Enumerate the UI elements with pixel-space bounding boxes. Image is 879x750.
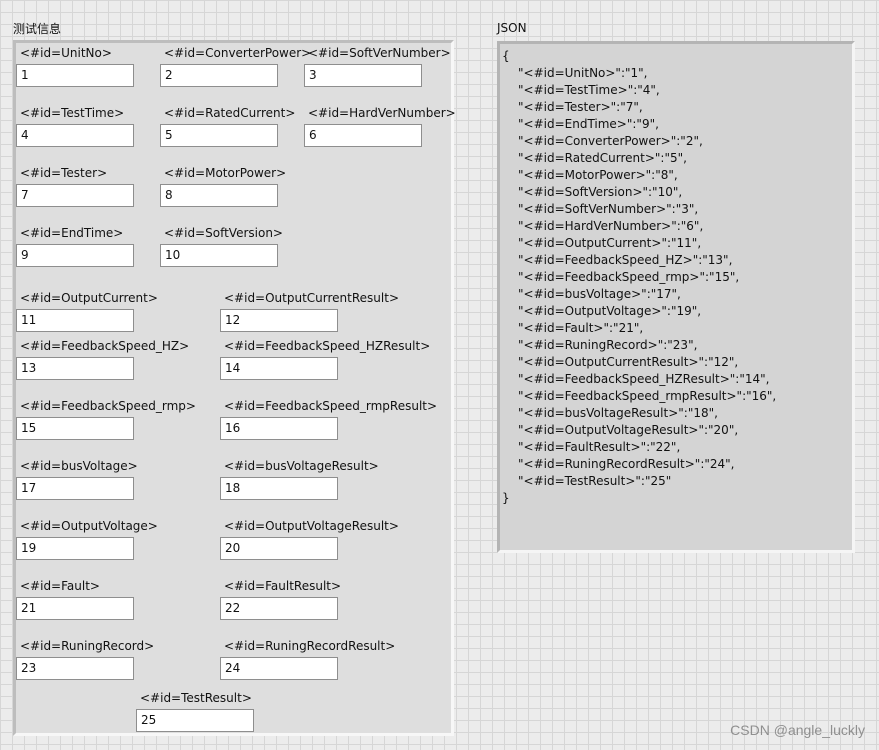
field-label: <#id=busVoltageResult> bbox=[224, 459, 379, 473]
json-line: "<#id=UnitNo>":"1", bbox=[518, 66, 648, 80]
field-label: <#id=RuningRecordResult> bbox=[224, 639, 396, 653]
unit-no-input[interactable]: 1 bbox=[16, 64, 134, 87]
field-label: <#id=MotorPower> bbox=[164, 166, 287, 180]
converter-power-input[interactable]: 2 bbox=[160, 64, 278, 87]
field-label: <#id=ConverterPower> bbox=[164, 46, 312, 60]
field-label: <#id=TestTime> bbox=[20, 106, 125, 120]
json-line: "<#id=FeedbackSpeed_rmp>":"15", bbox=[518, 270, 740, 284]
fault-input[interactable]: 21 bbox=[16, 597, 134, 620]
field-label: <#id=OutputVoltageResult> bbox=[224, 519, 399, 533]
feedback-speed-rmp-input[interactable]: 15 bbox=[16, 417, 134, 440]
json-line: "<#id=OutputVoltageResult>":"20", bbox=[518, 423, 739, 437]
output-voltage-result-input[interactable]: 20 bbox=[220, 537, 338, 560]
json-line: "<#id=OutputVoltage>":"19", bbox=[518, 304, 702, 318]
fault-result-input[interactable]: 22 bbox=[220, 597, 338, 620]
json-line: "<#id=FeedbackSpeed_rmpResult>":"16", bbox=[518, 389, 777, 403]
json-textbox[interactable]: { "<#id=UnitNo>":"1", "<#id=TestTime>":"… bbox=[497, 41, 855, 553]
field-label: <#id=RatedCurrent> bbox=[164, 106, 296, 120]
json-line: "<#id=TestResult>":"25" bbox=[518, 474, 672, 488]
feedback-speed-hz-result-input[interactable]: 14 bbox=[220, 357, 338, 380]
tester-input[interactable]: 7 bbox=[16, 184, 134, 207]
field-label: <#id=FeedbackSpeed_HZ> bbox=[20, 339, 190, 353]
json-line: "<#id=OutputCurrentResult>":"12", bbox=[518, 355, 739, 369]
json-line: "<#id=OutputCurrent>":"11", bbox=[518, 236, 702, 250]
motor-power-input[interactable]: 8 bbox=[160, 184, 278, 207]
test-info-title: 测试信息 bbox=[13, 22, 62, 36]
json-line: "<#id=MotorPower>":"8", bbox=[518, 168, 678, 182]
soft-version-input[interactable]: 10 bbox=[160, 244, 278, 267]
field-label: <#id=Fault> bbox=[20, 579, 100, 593]
field-label: <#id=FeedbackSpeed_HZResult> bbox=[224, 339, 431, 353]
field-label: <#id=OutputCurrentResult> bbox=[224, 291, 400, 305]
json-line: "<#id=SoftVerNumber>":"3", bbox=[518, 202, 699, 216]
json-line: "<#id=ConverterPower>":"2", bbox=[518, 134, 703, 148]
field-label: <#id=RuningRecord> bbox=[20, 639, 155, 653]
json-line: "<#id=Fault>":"21", bbox=[518, 321, 644, 335]
json-line: "<#id=Tester>":"7", bbox=[518, 100, 643, 114]
rated-current-input[interactable]: 5 bbox=[160, 124, 278, 147]
json-line: "<#id=EndTime>":"9", bbox=[518, 117, 659, 131]
field-label: <#id=Tester> bbox=[20, 166, 108, 180]
json-line: "<#id=SoftVersion>":"10", bbox=[518, 185, 683, 199]
runing-record-result-input[interactable]: 24 bbox=[220, 657, 338, 680]
json-line: "<#id=FeedbackSpeed_HZ>":"13", bbox=[518, 253, 733, 267]
json-line: "<#id=RuningRecordResult>":"24", bbox=[518, 457, 735, 471]
json-line: "<#id=busVoltageResult>":"18", bbox=[518, 406, 718, 420]
field-label: <#id=OutputVoltage> bbox=[20, 519, 158, 533]
json-line: "<#id=RatedCurrent>":"5", bbox=[518, 151, 687, 165]
feedback-speed-rmp-result-input[interactable]: 16 bbox=[220, 417, 338, 440]
json-title: JSON bbox=[497, 21, 527, 35]
bus-voltage-result-input[interactable]: 18 bbox=[220, 477, 338, 500]
json-line: "<#id=RuningRecord>":"23", bbox=[518, 338, 698, 352]
field-label: <#id=FeedbackSpeed_rmpResult> bbox=[224, 399, 438, 413]
test-result-input[interactable]: 25 bbox=[136, 709, 254, 732]
bus-voltage-input[interactable]: 17 bbox=[16, 477, 134, 500]
test-time-input[interactable]: 4 bbox=[16, 124, 134, 147]
end-time-input[interactable]: 9 bbox=[16, 244, 134, 267]
json-line: { bbox=[502, 49, 510, 63]
json-line: "<#id=HardVerNumber>":"6", bbox=[518, 219, 704, 233]
json-line: "<#id=busVoltage>":"17", bbox=[518, 287, 681, 301]
field-label: <#id=HardVerNumber> bbox=[308, 106, 456, 120]
field-label: <#id=FaultResult> bbox=[224, 579, 342, 593]
field-label: <#id=OutputCurrent> bbox=[20, 291, 158, 305]
json-line: "<#id=TestTime>":"4", bbox=[518, 83, 660, 97]
feedback-speed-hz-input[interactable]: 13 bbox=[16, 357, 134, 380]
field-label: <#id=TestResult> bbox=[140, 691, 252, 705]
json-line: "<#id=FeedbackSpeed_HZResult>":"14", bbox=[518, 372, 770, 386]
json-line: "<#id=FaultResult>":"22", bbox=[518, 440, 681, 454]
field-label: <#id=EndTime> bbox=[20, 226, 124, 240]
watermark: CSDN @angle_luckly bbox=[730, 722, 865, 738]
json-line: } bbox=[502, 491, 510, 505]
hard-ver-number-input[interactable]: 6 bbox=[304, 124, 422, 147]
field-label: <#id=busVoltage> bbox=[20, 459, 138, 473]
field-label: <#id=SoftVerNumber> bbox=[308, 46, 451, 60]
soft-ver-number-input[interactable]: 3 bbox=[304, 64, 422, 87]
field-label: <#id=UnitNo> bbox=[20, 46, 112, 60]
field-label: <#id=SoftVersion> bbox=[164, 226, 283, 240]
output-voltage-input[interactable]: 19 bbox=[16, 537, 134, 560]
field-label: <#id=FeedbackSpeed_rmp> bbox=[20, 399, 196, 413]
output-current-result-input[interactable]: 12 bbox=[220, 309, 338, 332]
runing-record-input[interactable]: 23 bbox=[16, 657, 134, 680]
output-current-input[interactable]: 11 bbox=[16, 309, 134, 332]
